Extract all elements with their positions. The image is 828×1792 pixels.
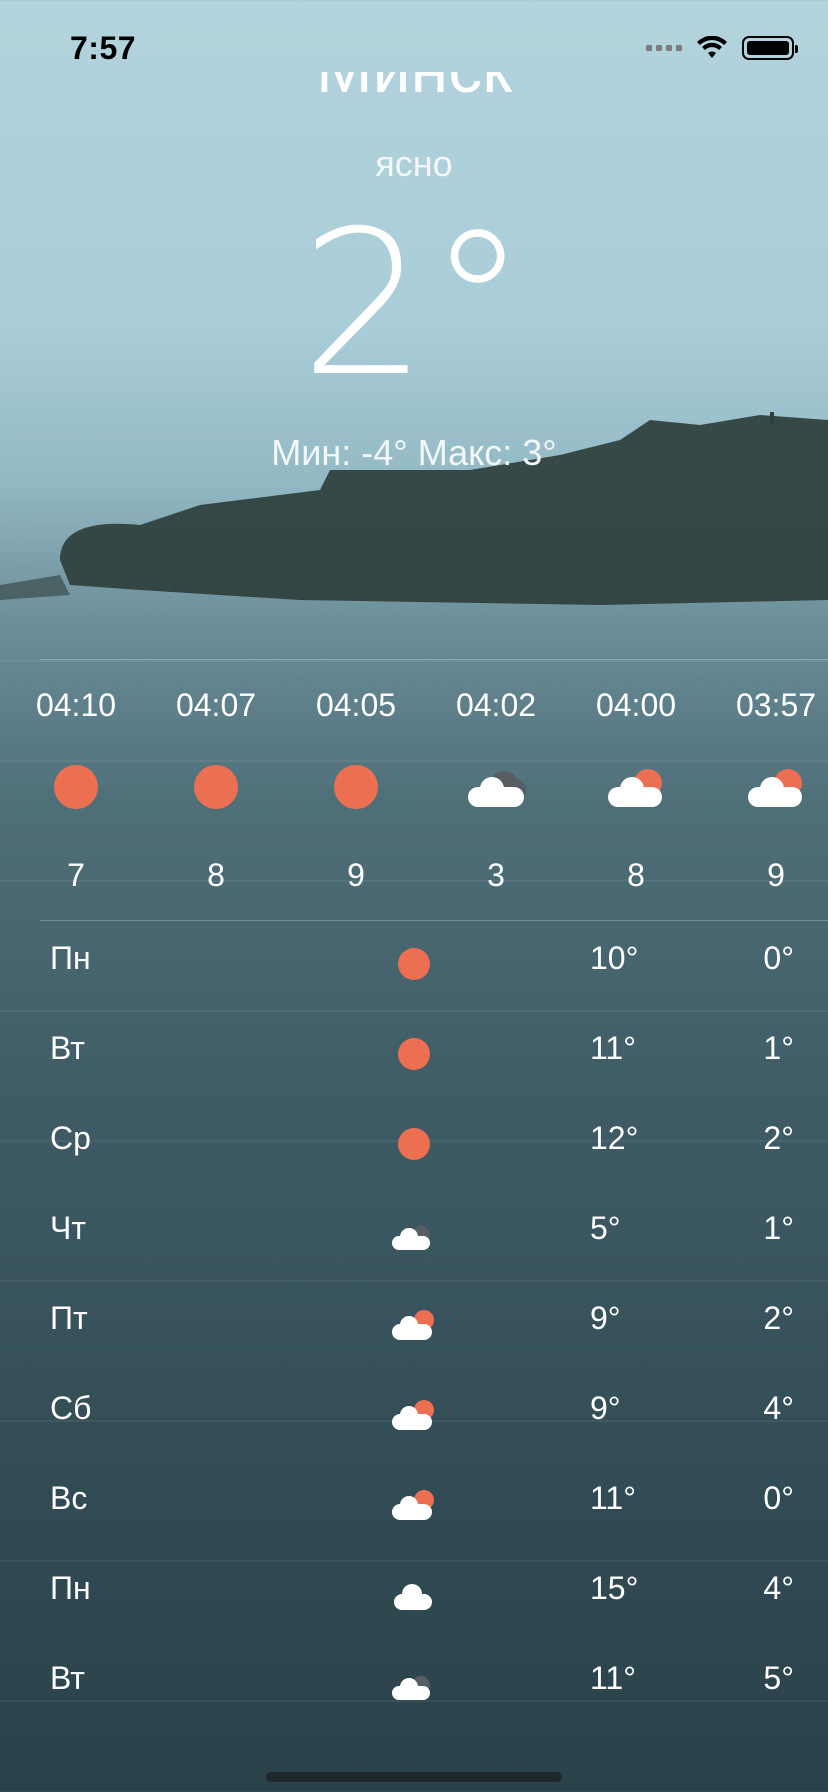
day-min-temp: 2° [763,1120,794,1156]
hourly-time: 03:57 [735,687,817,723]
day-name: Пн [50,1570,91,1606]
day-max-temp: 5° [590,1210,621,1246]
daily-row: Вс 11° 0° [0,1460,828,1550]
day-name: Пн [50,940,91,976]
cloud-icon [392,1572,436,1616]
daily-row: Пн 15° 4° [0,1550,828,1640]
day-name: Ср [50,1120,91,1156]
hourly-time: 04:00 [595,687,677,723]
hourly-value: 3 [487,857,505,893]
current-temperature: 2° [300,188,528,421]
daily-row: Вт 11° 1° [0,1010,828,1100]
day-max-temp: 12° [590,1120,639,1156]
day-name: Сб [50,1390,92,1426]
cloud-sun-icon [604,765,668,809]
hourly-forecast[interactable]: 04:10 7 04:07 8 04:05 9 04:02 3 04:00 8 … [0,665,828,905]
hourly-time: 04:02 [455,687,537,723]
divider-top [40,659,828,660]
cloud-dark-icon [392,1662,436,1706]
daily-row: Чт 5° 1° [0,1190,828,1280]
daily-row: Пт 9° 2° [0,1280,828,1370]
hourly-time: 04:10 [35,687,117,723]
cloud-dark-icon [464,765,528,809]
status-time: 7:57 [70,30,137,66]
min-max-temperature: Мин: -4° Макс: 3° [271,432,557,473]
sun-icon [334,765,378,809]
day-min-temp: 0° [763,1480,794,1516]
cloud-sun-icon [392,1302,436,1346]
sun-icon [392,942,436,986]
day-min-temp: 0° [763,940,794,976]
day-max-temp: 9° [590,1390,621,1426]
day-min-temp: 4° [763,1570,794,1606]
battery-icon [742,36,798,60]
daily-row: Сб 9° 4° [0,1370,828,1460]
home-indicator[interactable] [266,1772,562,1782]
cloud-dark-icon [392,1212,436,1256]
day-max-temp: 9° [590,1300,621,1336]
day-max-temp: 10° [590,940,639,976]
status-icons [646,36,798,60]
status-bar: 7:57 [0,0,828,100]
day-name: Пт [50,1300,88,1336]
daily-row: Ср 12° 2° [0,1100,828,1190]
hourly-value: 8 [207,857,225,893]
hourly-value: 8 [627,857,645,893]
day-name: Чт [50,1210,86,1246]
hourly-value: 9 [767,857,785,893]
cloud-sun-icon [392,1392,436,1436]
day-max-temp: 11° [590,1660,637,1696]
sun-icon [392,1122,436,1166]
day-min-temp: 4° [763,1390,794,1426]
sun-icon [194,765,238,809]
day-name: Вт [50,1030,85,1066]
hourly-value: 9 [347,857,365,893]
daily-row: Вт 11° 5° [0,1640,828,1730]
day-min-temp: 5° [763,1660,794,1696]
day-max-temp: 11° [590,1030,637,1066]
wifi-icon [697,36,727,58]
day-min-temp: 1° [763,1210,794,1246]
condition-text: ясно [375,143,453,184]
daily-row: Пн 10° 0° [0,920,828,1010]
day-min-temp: 1° [763,1030,794,1066]
day-min-temp: 2° [763,1300,794,1336]
day-max-temp: 15° [590,1570,639,1606]
sun-icon [392,1032,436,1076]
hourly-time: 04:07 [175,687,257,723]
hourly-time: 04:05 [315,687,397,723]
hourly-value: 7 [67,857,85,893]
day-name: Вс [50,1480,88,1516]
cloud-sun-icon [744,765,808,809]
cellular-signal-icon [646,45,682,51]
day-max-temp: 11° [590,1480,637,1516]
day-name: Вт [50,1660,85,1696]
cloud-sun-icon [392,1482,436,1526]
sun-icon [54,765,98,809]
